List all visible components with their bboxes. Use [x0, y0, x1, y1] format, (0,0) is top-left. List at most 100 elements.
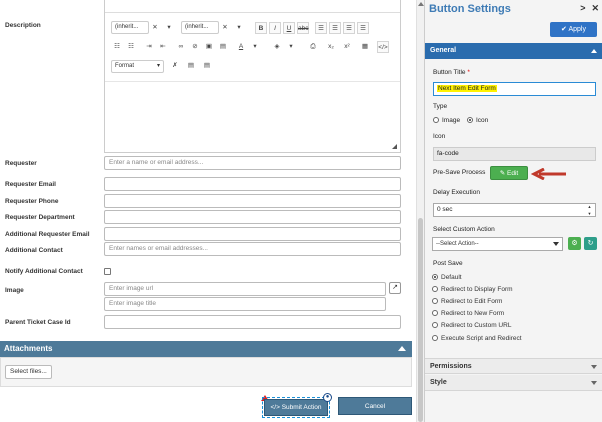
image-icon[interactable]: ▣ — [203, 41, 215, 53]
post-save-option[interactable]: Redirect to Custom URL — [432, 322, 511, 329]
image-url-input[interactable]: Enter image url — [104, 282, 386, 296]
chevron-down-icon[interactable]: ▾ — [249, 41, 261, 53]
requester-email-input[interactable] — [104, 177, 401, 191]
file-icon[interactable]: ▤ — [217, 41, 229, 53]
outdent-icon[interactable]: ⇤ — [157, 41, 169, 53]
bullet-list-icon[interactable]: ☷ — [111, 41, 123, 53]
type-option-image[interactable]: Image — [433, 117, 460, 124]
format-select[interactable]: Format ▾ — [111, 60, 164, 73]
bold-icon[interactable]: B — [255, 22, 267, 34]
general-label: General — [430, 47, 457, 54]
requester-input[interactable]: Enter a name or email address... — [104, 156, 401, 170]
superscript-icon[interactable]: x² — [341, 41, 353, 53]
delay-input[interactable]: 0 sec — [433, 203, 596, 217]
expand-icon[interactable]: > — [580, 3, 585, 13]
justify-icon[interactable]: ☰ — [357, 22, 369, 34]
apply-button[interactable]: ✔ Apply — [550, 22, 597, 37]
font-family-select[interactable]: (inherit... — [111, 21, 149, 34]
close-icon[interactable]: ✕ — [591, 3, 599, 13]
view-html-icon[interactable]: </> — [377, 41, 389, 53]
indent-icon[interactable]: ⇥ — [143, 41, 155, 53]
button-title-label: Button Title * — [433, 69, 470, 76]
link-icon[interactable]: ∞ — [175, 41, 187, 53]
custom-action-label: Select Custom Action — [433, 226, 495, 233]
additional-contact-input[interactable]: Enter names or email addresses... — [104, 242, 401, 256]
align-center-icon[interactable]: ☰ — [329, 22, 341, 34]
requester-phone-input[interactable] — [104, 194, 401, 208]
clear-format-icon[interactable]: ✗ — [169, 60, 181, 72]
style-section-header[interactable]: Style — [425, 375, 602, 391]
radio-custom-url[interactable] — [432, 322, 438, 329]
pre-save-edit-button[interactable]: ✎ Edit — [490, 166, 528, 180]
custom-action-select[interactable]: --Select Action-- — [432, 237, 563, 251]
editor-top-strip — [105, 0, 400, 13]
strikethrough-icon[interactable]: abc — [297, 22, 309, 34]
post-save-option[interactable]: Redirect to Display Form — [432, 286, 513, 293]
general-section-header[interactable]: General — [425, 43, 602, 59]
additional-requester-email-input[interactable] — [104, 227, 401, 241]
chevron-down-icon[interactable]: ▾ — [163, 22, 175, 34]
post-save-option[interactable]: Execute Script and Redirect — [432, 335, 522, 342]
scroll-thumb[interactable] — [418, 218, 423, 422]
background-color-icon[interactable]: ◈ — [271, 41, 283, 53]
radio-edit-form[interactable] — [432, 298, 438, 305]
description-label: Description — [5, 22, 41, 29]
open-image-icon[interactable]: ↗ — [389, 282, 401, 294]
delay-value: 0 sec — [437, 206, 453, 213]
post-save-option[interactable]: Redirect to Edit Form — [432, 298, 502, 305]
description-editor[interactable]: (inherit... ✕ ▾ (inherit... ✕ ▾ B I U ab… — [104, 0, 401, 153]
image-title-input[interactable]: Enter image title — [104, 297, 386, 311]
unlink-icon[interactable]: ⊘ — [189, 41, 201, 53]
post-save-option[interactable]: Default — [432, 274, 462, 281]
italic-icon[interactable]: I — [269, 22, 281, 34]
editor-content[interactable] — [105, 81, 400, 151]
permissions-section-header[interactable]: Permissions — [425, 358, 602, 374]
clear-font-family-icon[interactable]: ✕ — [149, 22, 161, 34]
form-scrollbar[interactable] — [416, 0, 424, 422]
table-icon[interactable]: ▦ — [359, 41, 371, 53]
settings-badge-icon[interactable]: ● — [323, 393, 332, 402]
chevron-down-icon[interactable]: ▾ — [285, 41, 297, 53]
image-title-placeholder: Enter image title — [109, 300, 156, 307]
underline-icon[interactable]: U — [283, 22, 295, 34]
chevron-up-icon[interactable] — [398, 346, 406, 351]
cancel-button[interactable]: Cancel — [338, 397, 412, 415]
print-icon[interactable]: ⎙ — [307, 41, 319, 53]
icon-input[interactable]: fa-code — [433, 147, 596, 161]
radio-default[interactable] — [432, 274, 438, 281]
subscript-icon[interactable]: x₂ — [325, 41, 337, 53]
parent-ticket-input[interactable] — [104, 315, 401, 329]
radio-icon[interactable] — [467, 117, 473, 124]
align-right-icon[interactable]: ☰ — [343, 22, 355, 34]
resize-handle-icon[interactable] — [392, 144, 397, 149]
radio-display-form[interactable] — [432, 286, 438, 293]
clear-font-size-icon[interactable]: ✕ — [219, 22, 231, 34]
align-left-icon[interactable]: ☰ — [315, 22, 327, 34]
action-settings-icon[interactable]: ⚙ — [568, 237, 581, 250]
post-save-option[interactable]: Redirect to New Form — [432, 310, 504, 317]
pdf-export-icon[interactable]: ▤ — [185, 60, 197, 72]
requester-department-input[interactable] — [104, 210, 401, 224]
submit-action-button[interactable]: </> Submit Action — [262, 397, 330, 418]
chevron-down-icon[interactable]: ▾ — [233, 22, 245, 34]
action-refresh-icon[interactable]: ↻ — [584, 237, 597, 250]
numbered-list-icon[interactable]: ☷ — [125, 41, 137, 53]
post-save-option-label: Execute Script and Redirect — [441, 335, 522, 342]
delay-label: Delay Execution — [433, 189, 480, 196]
chevron-down-icon — [591, 381, 597, 385]
font-size-select[interactable]: (inherit... — [181, 21, 219, 34]
image-url-placeholder: Enter image url — [109, 285, 154, 292]
radio-new-form[interactable] — [432, 310, 438, 317]
attachments-header[interactable]: Attachments — [0, 341, 412, 357]
requester-department-label: Requester Department — [5, 214, 75, 221]
radio-execute-script[interactable] — [432, 335, 438, 342]
requester-phone-label: Requester Phone — [5, 198, 59, 205]
font-color-icon[interactable]: A — [235, 41, 247, 53]
select-files-button[interactable]: Select files... — [5, 365, 52, 379]
notify-additional-contact-checkbox[interactable] — [104, 268, 111, 275]
button-title-input[interactable]: Next Item Edit Form — [433, 82, 596, 96]
delay-stepper-icon[interactable]: ▲ ▼ — [585, 203, 594, 217]
image-export-icon[interactable]: ▤ — [201, 60, 213, 72]
type-option-icon[interactable]: Icon — [467, 117, 488, 124]
radio-image[interactable] — [433, 117, 439, 124]
